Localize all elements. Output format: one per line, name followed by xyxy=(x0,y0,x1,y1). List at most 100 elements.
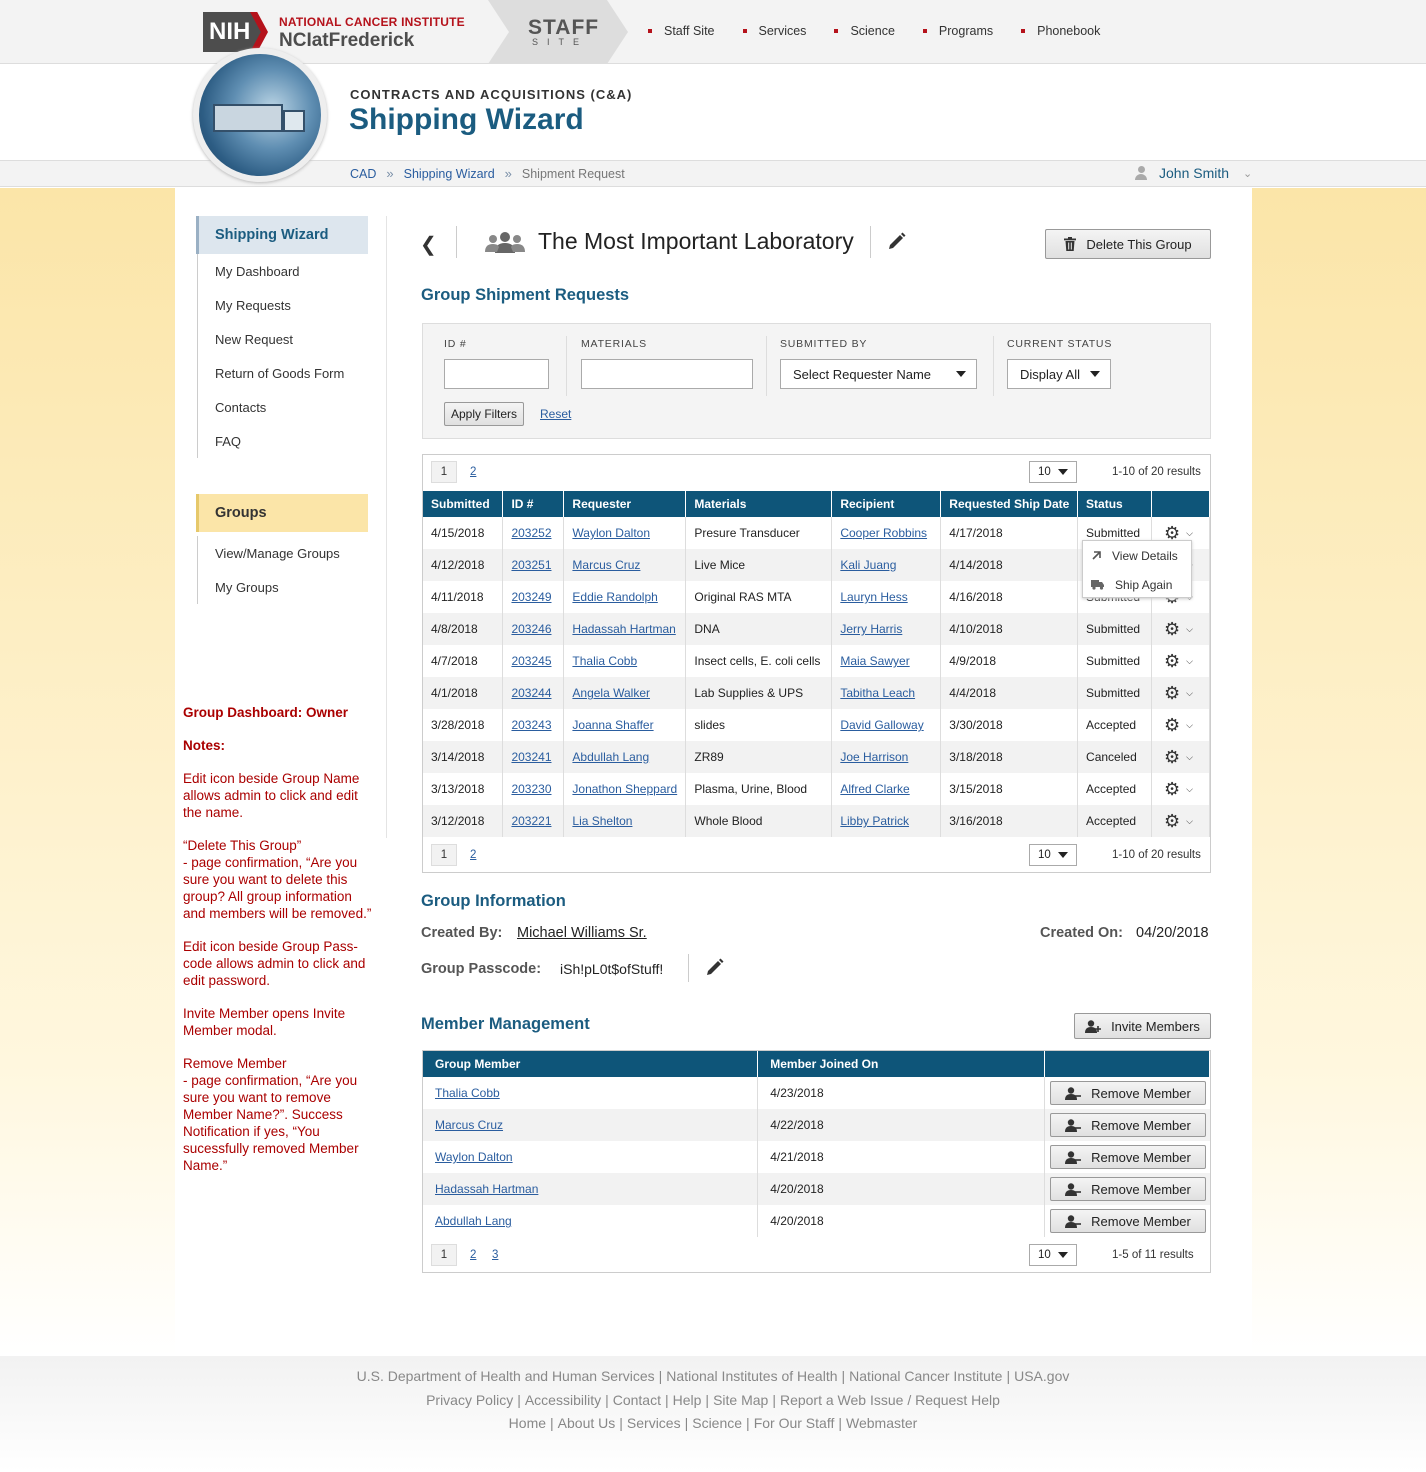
back-chevron-icon[interactable]: ❮ xyxy=(420,232,437,257)
cell-link[interactable]: 203230 xyxy=(511,782,551,796)
cell-link[interactable]: Joanna Shaffer xyxy=(572,718,653,732)
cell-link[interactable]: Angela Walker xyxy=(572,686,650,700)
cell-link[interactable]: Kali Juang xyxy=(840,558,896,572)
per-page-select[interactable]: 10 xyxy=(1029,461,1077,483)
member-link[interactable]: Waylon Dalton xyxy=(435,1150,513,1164)
cell-link[interactable]: Hadassah Hartman xyxy=(572,622,675,636)
footer-link-u-s-department-of-health-and-human-services[interactable]: U.S. Department of Health and Human Serv… xyxy=(357,1368,655,1384)
remove-member-button[interactable]: Remove Member xyxy=(1050,1177,1206,1201)
footer-link-national-institutes-of-health[interactable]: National Institutes of Health xyxy=(666,1368,837,1384)
per-page-select[interactable]: 10 xyxy=(1029,844,1077,866)
row-actions-gear-button[interactable]: ⚙⌵ xyxy=(1164,619,1193,640)
ship-again-item[interactable]: Ship Again xyxy=(1083,570,1191,599)
column-header-id[interactable]: ID # xyxy=(502,491,565,517)
cell-link[interactable]: 203244 xyxy=(511,686,551,700)
cell-link[interactable]: 203252 xyxy=(511,526,551,540)
cell-link[interactable]: Maia Sawyer xyxy=(840,654,909,668)
top-nav-services[interactable]: Services xyxy=(742,24,806,38)
page-2-link[interactable]: 2 xyxy=(470,849,476,861)
reset-link[interactable]: Reset xyxy=(540,407,571,421)
cell-link[interactable]: 203245 xyxy=(511,654,551,668)
cell-link[interactable]: 203246 xyxy=(511,622,551,636)
footer-link-report-a-web-issue-request-help[interactable]: Report a Web Issue / Request Help xyxy=(780,1392,1000,1408)
row-actions-gear-button[interactable]: ⚙⌵ xyxy=(1164,747,1193,768)
cell-link[interactable]: 203251 xyxy=(511,558,551,572)
filter-id-input[interactable] xyxy=(444,359,549,389)
footer-link-contact[interactable]: Contact xyxy=(613,1392,661,1408)
footer-link-privacy-policy[interactable]: Privacy Policy xyxy=(426,1392,513,1408)
sidebar-item-faq[interactable]: FAQ xyxy=(197,424,368,458)
remove-member-button[interactable]: Remove Member xyxy=(1050,1113,1206,1137)
page-3-link[interactable]: 3 xyxy=(492,1249,498,1261)
cell-link[interactable]: 203249 xyxy=(511,590,551,604)
per-page-select[interactable]: 10 xyxy=(1029,1244,1077,1266)
member-link[interactable]: Thalia Cobb xyxy=(435,1086,500,1100)
cell-link[interactable]: Cooper Robbins xyxy=(840,526,927,540)
cell-link[interactable]: Libby Patrick xyxy=(840,814,909,828)
cell-link[interactable]: 203243 xyxy=(511,718,551,732)
nci-frederick-title[interactable]: NCIatFrederick xyxy=(279,30,414,52)
sidebar-item-my-groups[interactable]: My Groups xyxy=(197,570,368,604)
sidebar-item-my-dashboard[interactable]: My Dashboard xyxy=(197,254,368,288)
cell-link[interactable]: Marcus Cruz xyxy=(572,558,640,572)
member-link[interactable]: Abdullah Lang xyxy=(435,1214,512,1228)
filter-status-select[interactable]: Display All xyxy=(1007,359,1111,389)
page-1-button[interactable]: 1 xyxy=(431,1244,457,1266)
footer-link-science[interactable]: Science xyxy=(692,1415,742,1431)
column-header-group-member[interactable]: Group Member xyxy=(423,1051,759,1077)
cell-link[interactable]: Eddie Randolph xyxy=(572,590,657,604)
footer-link-accessibility[interactable]: Accessibility xyxy=(525,1392,601,1408)
sidebar-head-groups[interactable]: Groups xyxy=(196,494,368,532)
top-nav-programs[interactable]: Programs xyxy=(922,24,993,38)
delete-group-button[interactable]: Delete This Group xyxy=(1045,229,1211,259)
cell-link[interactable]: Jerry Harris xyxy=(840,622,902,636)
page-1-button[interactable]: 1 xyxy=(431,844,457,866)
remove-member-button[interactable]: Remove Member xyxy=(1050,1145,1206,1169)
page-1-button[interactable]: 1 xyxy=(431,461,457,483)
apply-filters-button[interactable]: Apply Filters xyxy=(444,402,524,426)
footer-link-webmaster[interactable]: Webmaster xyxy=(846,1415,917,1431)
footer-link-services[interactable]: Services xyxy=(627,1415,681,1431)
footer-link-home[interactable]: Home xyxy=(509,1415,546,1431)
cell-link[interactable]: Thalia Cobb xyxy=(572,654,637,668)
edit-passcode-pencil-icon[interactable] xyxy=(706,958,724,976)
footer-link-usa-gov[interactable]: USA.gov xyxy=(1014,1368,1069,1384)
top-nav-phonebook[interactable]: Phonebook xyxy=(1021,24,1100,38)
sidebar-item-return-of-goods-form[interactable]: Return of Goods Form xyxy=(197,356,368,390)
column-header-requester[interactable]: Requester xyxy=(563,491,687,517)
sidebar-item-my-requests[interactable]: My Requests xyxy=(197,288,368,322)
cell-link[interactable]: Jonathon Sheppard xyxy=(572,782,677,796)
row-actions-gear-button[interactable]: ⚙⌵ xyxy=(1164,811,1193,832)
footer-link-for-our-staff[interactable]: For Our Staff xyxy=(754,1415,835,1431)
cell-link[interactable]: 203241 xyxy=(511,750,551,764)
column-header-submitted[interactable]: Submitted xyxy=(423,491,504,517)
page-2-link[interactable]: 2 xyxy=(470,1249,476,1261)
row-actions-gear-button[interactable]: ⚙⌵ xyxy=(1164,683,1193,704)
sidebar-item-view-manage-groups[interactable]: View/Manage Groups xyxy=(197,536,368,570)
view-details-item[interactable]: View Details xyxy=(1083,541,1191,570)
invite-members-button[interactable]: Invite Members xyxy=(1074,1013,1211,1039)
user-menu[interactable]: John Smith ⌄ xyxy=(1135,165,1252,181)
cell-link[interactable]: Joe Harrison xyxy=(840,750,908,764)
remove-member-button[interactable]: Remove Member xyxy=(1050,1081,1206,1105)
footer-link-national-cancer-institute[interactable]: National Cancer Institute xyxy=(849,1368,1002,1384)
row-actions-gear-button[interactable]: ⚙⌵ xyxy=(1164,651,1193,672)
cell-link[interactable]: Waylon Dalton xyxy=(572,526,650,540)
footer-link-help[interactable]: Help xyxy=(673,1392,702,1408)
breadcrumb-cad[interactable]: CAD xyxy=(350,167,376,181)
breadcrumb-shipping-wizard[interactable]: Shipping Wizard xyxy=(404,167,495,181)
sidebar-item-new-request[interactable]: New Request xyxy=(197,322,368,356)
top-nav-staff-site[interactable]: Staff Site xyxy=(648,24,715,38)
column-header-member-joined-on[interactable]: Member Joined On xyxy=(757,1051,1045,1077)
row-actions-gear-button[interactable]: ⚙⌵ xyxy=(1164,779,1193,800)
column-header-requested-ship-date[interactable]: Requested Ship Date xyxy=(940,491,1079,517)
sidebar-head-shipping-wizard[interactable]: Shipping Wizard xyxy=(196,216,368,254)
top-nav-science[interactable]: Science xyxy=(834,24,895,38)
column-header-materials[interactable]: Materials xyxy=(685,491,833,517)
footer-link-site-map[interactable]: Site Map xyxy=(713,1392,768,1408)
member-link[interactable]: Hadassah Hartman xyxy=(435,1182,538,1196)
page-2-link[interactable]: 2 xyxy=(470,466,476,478)
cell-link[interactable]: Lia Shelton xyxy=(572,814,632,828)
row-actions-gear-button[interactable]: ⚙⌵ xyxy=(1164,715,1193,736)
member-link[interactable]: Marcus Cruz xyxy=(435,1118,503,1132)
